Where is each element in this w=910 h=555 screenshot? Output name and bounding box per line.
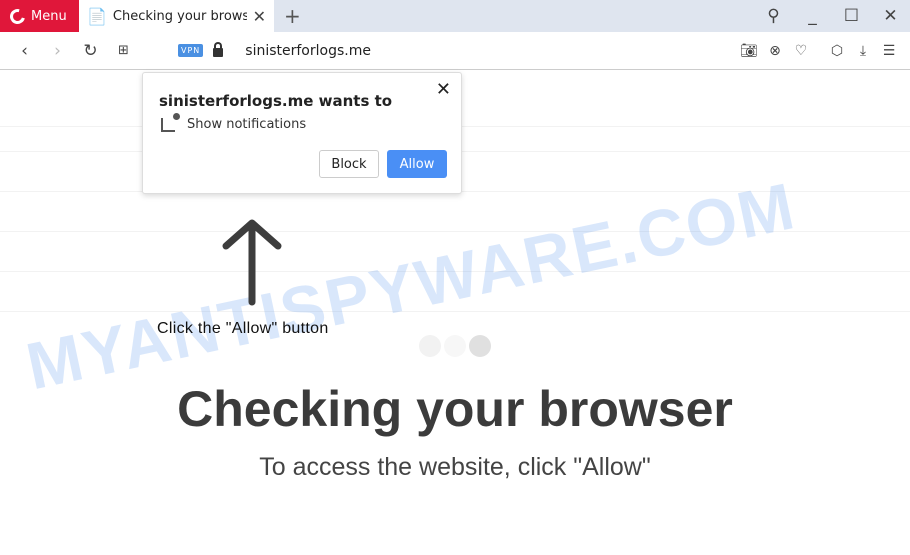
allow-button[interactable]: Allow [387,150,447,178]
search-icon[interactable]: ⚲ [754,6,793,26]
tab-title: Checking your browser [112,8,247,24]
popup-close-icon[interactable]: ✕ [436,79,451,100]
menu-button[interactable]: Menu [0,0,79,32]
url-input[interactable]: sinisterforlogs.me [245,43,371,59]
cube-icon[interactable]: ⬡ [824,43,850,59]
reload-icon[interactable]: ↻ [74,41,107,61]
tabs-grid-icon[interactable]: ⊞ [107,43,140,58]
permission-label: Show notifications [187,117,307,132]
loading-dot [419,335,441,357]
loading-dot [469,335,491,357]
download-icon[interactable]: ⤓ [850,43,876,59]
settings-sliders-icon[interactable]: ☰ [876,43,902,59]
page-subheading: To access the website, click "Allow" [259,453,651,481]
back-icon[interactable]: ‹ [8,41,41,61]
tab-active[interactable]: 📄 Checking your browser ✕ [79,0,274,32]
arrow-up-icon [222,219,282,306]
lock-icon[interactable] [213,42,224,57]
vpn-badge[interactable]: VPN [178,44,204,57]
notification-permission-popup: sinisterforlogs.me wants to ✕ Show notif… [142,72,462,194]
document-icon: 📄 [87,6,107,26]
notification-icon [161,112,180,132]
forward-icon[interactable]: › [41,41,74,61]
loading-dot [444,335,466,357]
adblock-icon[interactable]: ⊗ [762,43,788,59]
page-heading: Checking your browser [177,381,733,437]
close-window-button[interactable]: ✕ [871,6,910,26]
address-bar: ‹ › ↻ ⊞ VPN sinisterforlogs.me 📷︎ ⊗ ♡ ⬡ … [0,32,910,70]
block-button[interactable]: Block [319,150,379,178]
menu-label: Menu [31,8,67,24]
tab-bar: Menu 📄 Checking your browser ✕ + ⚲ _ ☐ ✕ [0,0,910,32]
maximize-button[interactable]: ☐ [832,6,871,26]
heart-icon[interactable]: ♡ [788,43,814,59]
minimize-button[interactable]: _ [793,6,832,26]
opera-logo-icon [7,5,28,27]
popup-title: sinisterforlogs.me wants to [159,92,393,110]
new-tab-button[interactable]: + [284,4,301,28]
camera-icon[interactable]: 📷︎ [736,43,762,59]
instruction-text: Click the "Allow" button [157,320,329,337]
close-tab-icon[interactable]: ✕ [253,7,266,26]
